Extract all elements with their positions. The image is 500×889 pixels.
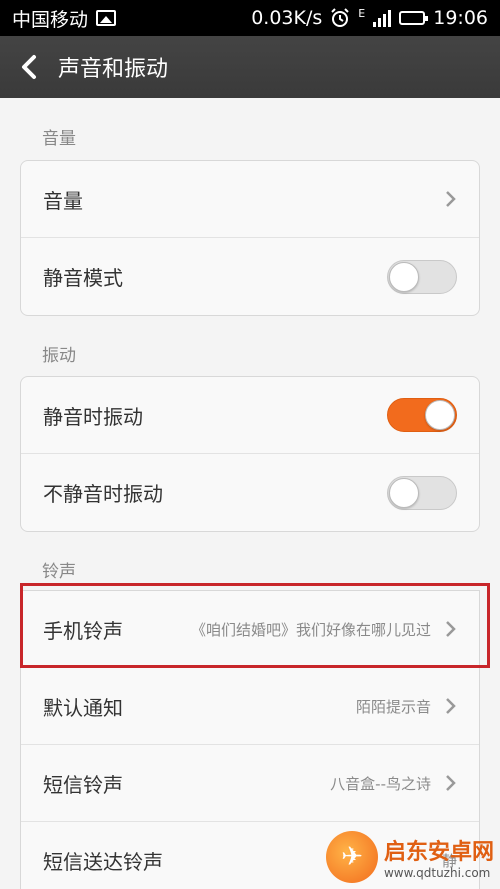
row-label: 静音时振动: [43, 404, 143, 429]
row-value: 八音盒--鸟之诗: [330, 774, 431, 793]
clock: 19:06: [433, 7, 488, 29]
row-value: 陌陌提示音: [355, 697, 431, 716]
volume-card: 音量 静音模式: [20, 160, 480, 316]
row-label: 短信送达铃声: [43, 850, 163, 874]
row-label: 手机铃声: [43, 618, 123, 643]
toggle-knob: [389, 261, 419, 292]
row-label: 静音模式: [43, 266, 123, 290]
row-vibrate-when-silent: 静音时振动: [21, 377, 479, 454]
signal-strength-icon: [373, 9, 392, 27]
battery-icon: [399, 11, 429, 25]
row-label: 音量: [43, 188, 83, 213]
row-label: 短信铃声: [43, 772, 123, 797]
watermark: ✈ 启东安卓网 www.qdtuzhi.com: [325, 831, 494, 883]
chevron-right-icon: [446, 191, 456, 207]
watermark-url: www.qdtuzhi.com: [383, 866, 491, 880]
chevron-right-icon: [446, 698, 456, 714]
row-silent-mode: 静音模式: [21, 238, 479, 315]
row-vibrate-when-not-silent: 不静音时振动: [21, 454, 479, 531]
vibrate-when-not-silent-toggle[interactable]: [387, 475, 457, 510]
vibration-card: 静音时振动 不静音时振动: [20, 376, 480, 532]
section-label-volume: 音量: [42, 129, 76, 149]
page-title: 声音和振动: [58, 57, 169, 82]
watermark-logo-icon: ✈: [325, 831, 378, 883]
row-label: 默认通知: [43, 695, 123, 720]
row-phone-ringtone[interactable]: 手机铃声 《咱们结婚吧》我们好像在哪儿见过: [21, 591, 479, 668]
row-label: 不静音时振动: [43, 482, 163, 506]
toggle-knob: [389, 477, 419, 508]
carrier-name: 中国移动: [12, 8, 89, 31]
silent-mode-toggle[interactable]: [387, 259, 457, 294]
image-notification-icon: [96, 10, 117, 26]
chevron-right-icon: [446, 621, 456, 637]
row-default-notification[interactable]: 默认通知 陌陌提示音: [21, 668, 479, 745]
alarm-clock-icon: [331, 8, 349, 27]
vibrate-when-silent-toggle[interactable]: [387, 398, 457, 432]
section-label-vibration: 振动: [42, 346, 76, 366]
row-volume[interactable]: 音量: [21, 161, 479, 238]
network-type-label: E: [358, 7, 366, 20]
row-sms-ringtone[interactable]: 短信铃声 八音盒--鸟之诗: [21, 745, 479, 822]
row-value: 《咱们结婚吧》我们好像在哪儿见过: [190, 620, 431, 639]
watermark-title: 启东安卓网: [383, 840, 494, 865]
back-arrow-icon[interactable]: [18, 54, 40, 80]
chevron-right-icon: [446, 775, 456, 791]
status-bar: 中国移动 0.03K/s E 19:06: [0, 0, 500, 36]
network-speed: 0.03K/s: [251, 7, 323, 29]
toggle-knob: [425, 400, 455, 430]
title-bar: 声音和振动: [0, 36, 500, 98]
section-label-ringtone: 铃声: [42, 562, 76, 582]
